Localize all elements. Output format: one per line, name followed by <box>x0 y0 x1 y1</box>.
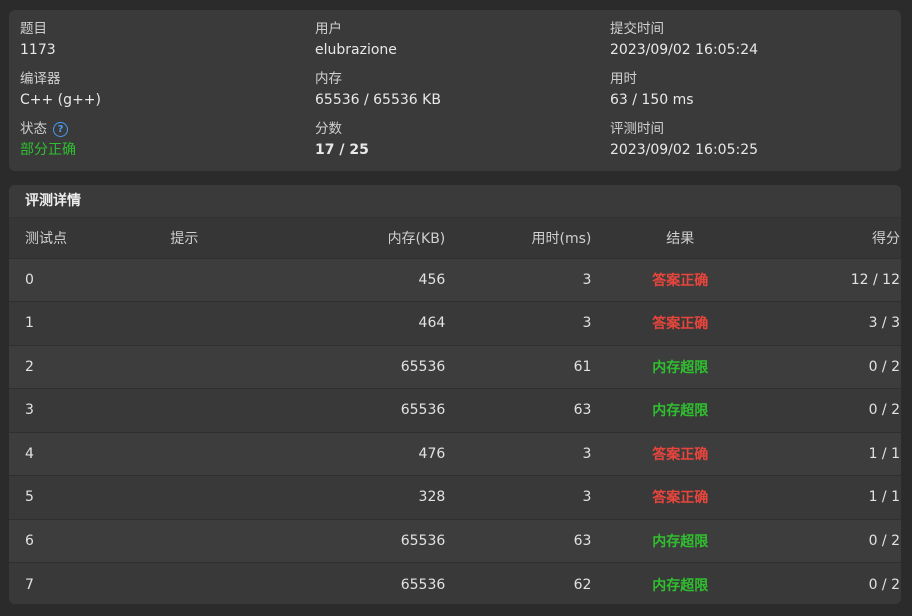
table-row: 7 65536 62 内存超限 0 / 2 <box>9 562 901 605</box>
case-score: 12 / 12 <box>850 271 900 288</box>
submission-info-card: 题目 1173 编译器 C++ (g++) 状态 ? 部分正确 用户 elubr… <box>9 10 901 171</box>
header-score: 得分 <box>872 230 900 247</box>
table-row: 2 65536 61 内存超限 0 / 2 <box>9 345 901 389</box>
table-header-row: 测试点 提示 内存(KB) 用时(ms) 结果 得分 <box>9 218 901 258</box>
time-used-label: 用时 <box>610 71 637 87</box>
score-label: 分数 <box>315 121 342 137</box>
case-time: 3 <box>582 315 592 332</box>
case-memory: 328 <box>418 489 446 506</box>
case-id: 5 <box>25 489 34 506</box>
case-id: 0 <box>25 271 34 288</box>
case-result: 答案正确 <box>652 316 709 333</box>
table-row: 6 65536 63 内存超限 0 / 2 <box>9 519 901 563</box>
table-row: 0 456 3 答案正确 12 / 12 <box>9 258 901 302</box>
case-memory: 476 <box>418 445 446 462</box>
info-memory: 内存 65536 / 65536 KB <box>315 70 595 114</box>
user-value: elubrazione <box>315 42 397 58</box>
case-score: 3 / 3 <box>868 315 900 332</box>
info-compiler: 编译器 C++ (g++) <box>20 70 300 114</box>
info-status: 状态 ? 部分正确 <box>20 120 300 164</box>
status-label: 状态 <box>20 121 47 137</box>
case-memory: 65536 <box>400 358 446 375</box>
case-score: 0 / 2 <box>868 576 900 593</box>
judge-time-label: 评测时间 <box>610 121 664 137</box>
case-time: 3 <box>582 489 592 506</box>
table-row: 5 328 3 答案正确 1 / 1 <box>9 475 901 520</box>
case-hint <box>169 432 294 476</box>
status-label-row: 状态 ? <box>20 120 300 138</box>
case-score: 0 / 2 <box>868 532 900 549</box>
judge-time-value: 2023/09/02 16:05:25 <box>610 142 759 158</box>
header-case: 测试点 <box>25 230 67 247</box>
problem-value: 1173 <box>20 42 56 58</box>
case-hint <box>169 563 294 605</box>
case-id: 2 <box>25 358 34 375</box>
info-submit-time: 提交时间 2023/09/02 16:05:24 <box>610 20 890 64</box>
case-result: 内存超限 <box>652 577 709 594</box>
judge-detail-title: 评测详情 <box>9 185 901 218</box>
case-id: 4 <box>25 445 34 462</box>
case-hint <box>169 476 294 520</box>
case-time: 63 <box>573 402 592 419</box>
case-score: 0 / 2 <box>868 358 900 375</box>
case-hint <box>169 519 294 563</box>
info-user: 用户 elubrazione <box>315 20 595 64</box>
case-hint <box>169 389 294 433</box>
case-result: 答案正确 <box>652 446 709 463</box>
header-time: 用时(ms) <box>531 230 592 247</box>
case-id: 3 <box>25 402 34 419</box>
case-memory: 65536 <box>400 402 446 419</box>
score-value: 17 / 25 <box>315 142 369 158</box>
case-memory: 464 <box>418 315 446 332</box>
case-result: 答案正确 <box>652 490 709 507</box>
case-result: 内存超限 <box>652 403 709 420</box>
compiler-value: C++ (g++) <box>20 92 101 108</box>
case-time: 61 <box>573 358 592 375</box>
case-score: 0 / 2 <box>868 402 900 419</box>
memory-value: 65536 / 65536 KB <box>315 92 441 108</box>
header-hint: 提示 <box>170 230 199 247</box>
case-id: 1 <box>25 315 34 332</box>
header-memory: 内存(KB) <box>387 230 446 247</box>
case-result: 内存超限 <box>652 359 709 376</box>
case-memory: 65536 <box>400 576 446 593</box>
judge-detail-table: 测试点 提示 内存(KB) 用时(ms) 结果 得分 0 456 3 答案正确 … <box>9 218 901 604</box>
info-problem: 题目 1173 <box>20 20 300 64</box>
case-memory: 456 <box>418 271 446 288</box>
table-body: 0 456 3 答案正确 12 / 12 1 464 3 答案正确 3 / 3 … <box>9 258 901 604</box>
judge-detail-card: 评测详情 测试点 提示 内存(KB) 用时(ms) 结果 得分 0 456 3 … <box>9 185 901 604</box>
header-result: 结果 <box>666 230 695 247</box>
compiler-label: 编译器 <box>20 71 61 87</box>
case-hint <box>169 302 294 346</box>
info-judge-time: 评测时间 2023/09/02 16:05:25 <box>610 120 890 164</box>
table-row: 3 65536 63 内存超限 0 / 2 <box>9 388 901 433</box>
question-circle-icon[interactable]: ? <box>53 121 68 137</box>
info-time-used: 用时 63 / 150 ms <box>610 70 890 114</box>
status-value: 部分正确 <box>20 142 76 158</box>
case-hint <box>169 345 294 389</box>
case-memory: 65536 <box>400 532 446 549</box>
case-time: 3 <box>582 445 592 462</box>
user-label: 用户 <box>315 21 342 37</box>
time-used-value: 63 / 150 ms <box>610 92 694 108</box>
case-score: 1 / 1 <box>868 489 900 506</box>
table-row: 4 476 3 答案正确 1 / 1 <box>9 432 901 476</box>
case-id: 7 <box>25 576 34 593</box>
submit-time-label: 提交时间 <box>610 21 664 37</box>
table-row: 1 464 3 答案正确 3 / 3 <box>9 301 901 346</box>
case-id: 6 <box>25 532 34 549</box>
case-score: 1 / 1 <box>868 445 900 462</box>
memory-label: 内存 <box>315 71 342 87</box>
info-score: 分数 17 / 25 <box>315 120 595 164</box>
submit-time-value: 2023/09/02 16:05:24 <box>610 42 759 58</box>
case-result: 答案正确 <box>652 272 709 289</box>
case-time: 62 <box>573 576 592 593</box>
problem-label: 题目 <box>20 21 47 37</box>
case-hint <box>169 258 294 302</box>
case-time: 63 <box>573 532 592 549</box>
case-result: 内存超限 <box>652 533 709 550</box>
case-time: 3 <box>582 271 592 288</box>
